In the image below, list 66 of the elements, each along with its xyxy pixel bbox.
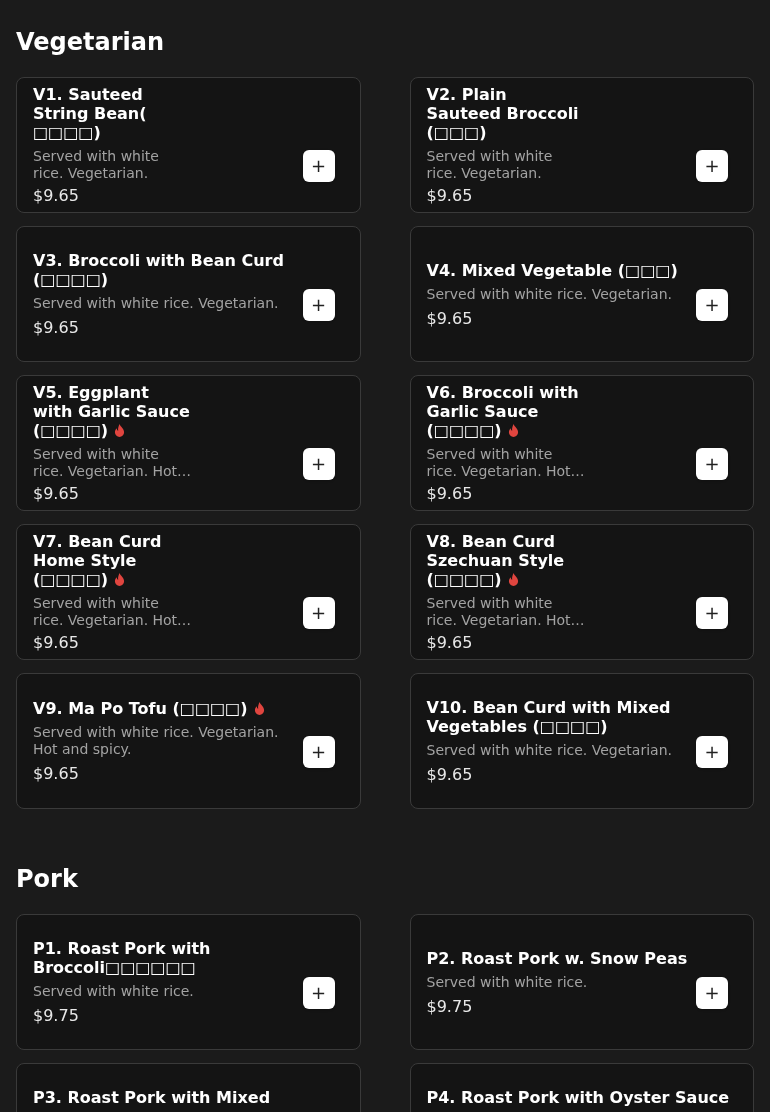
item-title: V10. Bean Curd with Mixed Vegetables (□□□□) bbox=[426, 698, 672, 736]
item-title: V8. Bean Curd Szechuan Style (□□□□) bbox=[426, 532, 566, 589]
item-description: Served with white rice. Vegetarian. bbox=[426, 285, 673, 303]
menu-item-card[interactable]: V6. Broccoli with Garlic Sauce (□□□□) Served with white rice. Vegetarian. Hot… $9.65 + bbox=[409, 375, 754, 511]
item-description: Served with white rice. bbox=[426, 973, 589, 991]
item-title: P3. Roast Pork with Mixed bbox=[33, 1088, 272, 1107]
menu-item-card[interactable]: V8. Bean Curd Szechuan Style (□□□□) Served with white rice. Vegetarian. Hot… $9.65 + bbox=[409, 524, 754, 660]
menu-item-card[interactable]: V7. Bean Curd Home Style (□□□□) Served with white rice. Vegetarian. Hot… $9.65 + bbox=[16, 524, 361, 660]
menu-item-card[interactable]: P3. Roast Pork with Mixed bbox=[16, 1063, 361, 1112]
item-title: V6. Broccoli with Garlic Sauce (□□□□) bbox=[426, 383, 580, 440]
menu-item-card[interactable]: P4. Roast Pork with Oyster Sauce bbox=[409, 1063, 754, 1112]
item-description: Served with white rice. Vegetarian. bbox=[426, 742, 673, 759]
add-button[interactable]: + bbox=[696, 289, 728, 321]
item-title: V3. Broccoli with Bean Curd (□□□□) bbox=[33, 251, 285, 289]
menu-item-card[interactable]: V4. Mixed Vegetable (□□□) Served with white rice. Vegetarian. $9.65 + bbox=[409, 226, 754, 362]
item-description: Served with white rice. Vegetarian. Hot… bbox=[33, 446, 193, 480]
item-description: Served with white rice. Vegetarian. Hot and spicy. bbox=[33, 724, 280, 758]
section-heading: Vegetarian bbox=[16, 27, 165, 58]
add-button[interactable]: + bbox=[696, 736, 728, 768]
menu-item-card[interactable]: V5. Eggplant with Garlic Sauce (□□□□) Served with white rice. Vegetarian. Hot… $9.65 + bbox=[16, 375, 361, 511]
add-button[interactable]: + bbox=[302, 597, 335, 629]
item-price: $9.65 bbox=[426, 484, 474, 503]
item-price: $9.65 bbox=[33, 484, 80, 503]
item-price: $9.65 bbox=[33, 764, 80, 783]
item-title: P2. Roast Pork w. Snow Peas bbox=[426, 948, 689, 968]
item-title: V5. Eggplant with Garlic Sauce (□□□□) bbox=[33, 383, 191, 440]
item-price: $9.65 bbox=[426, 308, 474, 328]
item-price: $9.75 bbox=[426, 996, 474, 1016]
item-description: Served with white rice. Vegetarian. bbox=[426, 148, 554, 182]
item-price: $9.65 bbox=[33, 633, 80, 652]
item-title: V4. Mixed Vegetable (□□□) bbox=[426, 260, 679, 280]
item-description: Served with white rice. Vegetarian. bbox=[33, 295, 280, 312]
menu-item-card[interactable]: V10. Bean Curd with Mixed Vegetables (□□□□) Served with white rice. Vegetarian. $9.65 + bbox=[409, 673, 754, 809]
item-price: $9.65 bbox=[33, 186, 80, 205]
item-description: Served with white rice. Vegetarian. Hot… bbox=[33, 595, 193, 629]
add-button[interactable]: + bbox=[302, 448, 335, 480]
item-description: Served with white rice. Vegetarian. Hot… bbox=[426, 595, 586, 629]
add-button[interactable]: + bbox=[302, 289, 335, 321]
item-title: V9. Ma Po Tofu (□□□□) bbox=[33, 699, 303, 718]
add-button[interactable]: + bbox=[302, 150, 335, 182]
item-price: $9.65 bbox=[426, 186, 474, 205]
add-button[interactable]: + bbox=[302, 977, 335, 1009]
add-button[interactable]: + bbox=[696, 448, 728, 480]
menu-item-card[interactable]: P1. Roast Pork with Broccoli□□□□□□ Served with white rice. $9.75 + bbox=[16, 914, 361, 1050]
item-description: Served with white rice. Vegetarian. Hot… bbox=[426, 446, 586, 480]
item-price: $9.75 bbox=[33, 1006, 80, 1025]
item-title: V1. Sauteed String Bean( □□□□) bbox=[33, 85, 148, 142]
item-title: V7. Bean Curd Home Style (□□□□) bbox=[33, 532, 163, 589]
add-button[interactable]: + bbox=[696, 597, 728, 629]
add-button[interactable]: + bbox=[696, 150, 728, 182]
menu-item-card[interactable]: V9. Ma Po Tofu (□□□□) Served with white rice. Vegetarian. Hot and spicy. $9.65 + bbox=[16, 673, 361, 809]
item-price: $9.65 bbox=[426, 765, 474, 784]
menu-item-card[interactable]: V2. Plain Sauteed Broccoli (□□□) Served with white rice. Vegetarian. $9.65 + bbox=[409, 77, 754, 213]
menu-item-card[interactable]: V3. Broccoli with Bean Curd (□□□□) Served with white rice. Vegetarian. $9.65 + bbox=[16, 226, 361, 362]
item-price: $9.65 bbox=[33, 318, 80, 337]
menu-item-card[interactable]: V1. Sauteed String Bean( □□□□) Served with white rice. Vegetarian. $9.65 + bbox=[16, 77, 361, 213]
item-description: Served with white rice. Vegetarian. bbox=[33, 148, 160, 182]
item-title: P1. Roast Pork with Broccoli□□□□□□ bbox=[33, 939, 212, 977]
menu-item-card[interactable]: P2. Roast Pork w. Snow Peas Served with white rice. $9.75 + bbox=[409, 914, 754, 1050]
add-button[interactable]: + bbox=[696, 977, 728, 1009]
item-price: $9.65 bbox=[426, 633, 474, 652]
section-heading: Pork bbox=[16, 864, 79, 895]
item-title: V2. Plain Sauteed Broccoli (□□□) bbox=[426, 85, 580, 142]
add-button[interactable]: + bbox=[302, 736, 335, 768]
item-description: Served with white rice. bbox=[33, 983, 195, 1000]
item-title: P4. Roast Pork with Oyster Sauce bbox=[426, 1088, 731, 1107]
